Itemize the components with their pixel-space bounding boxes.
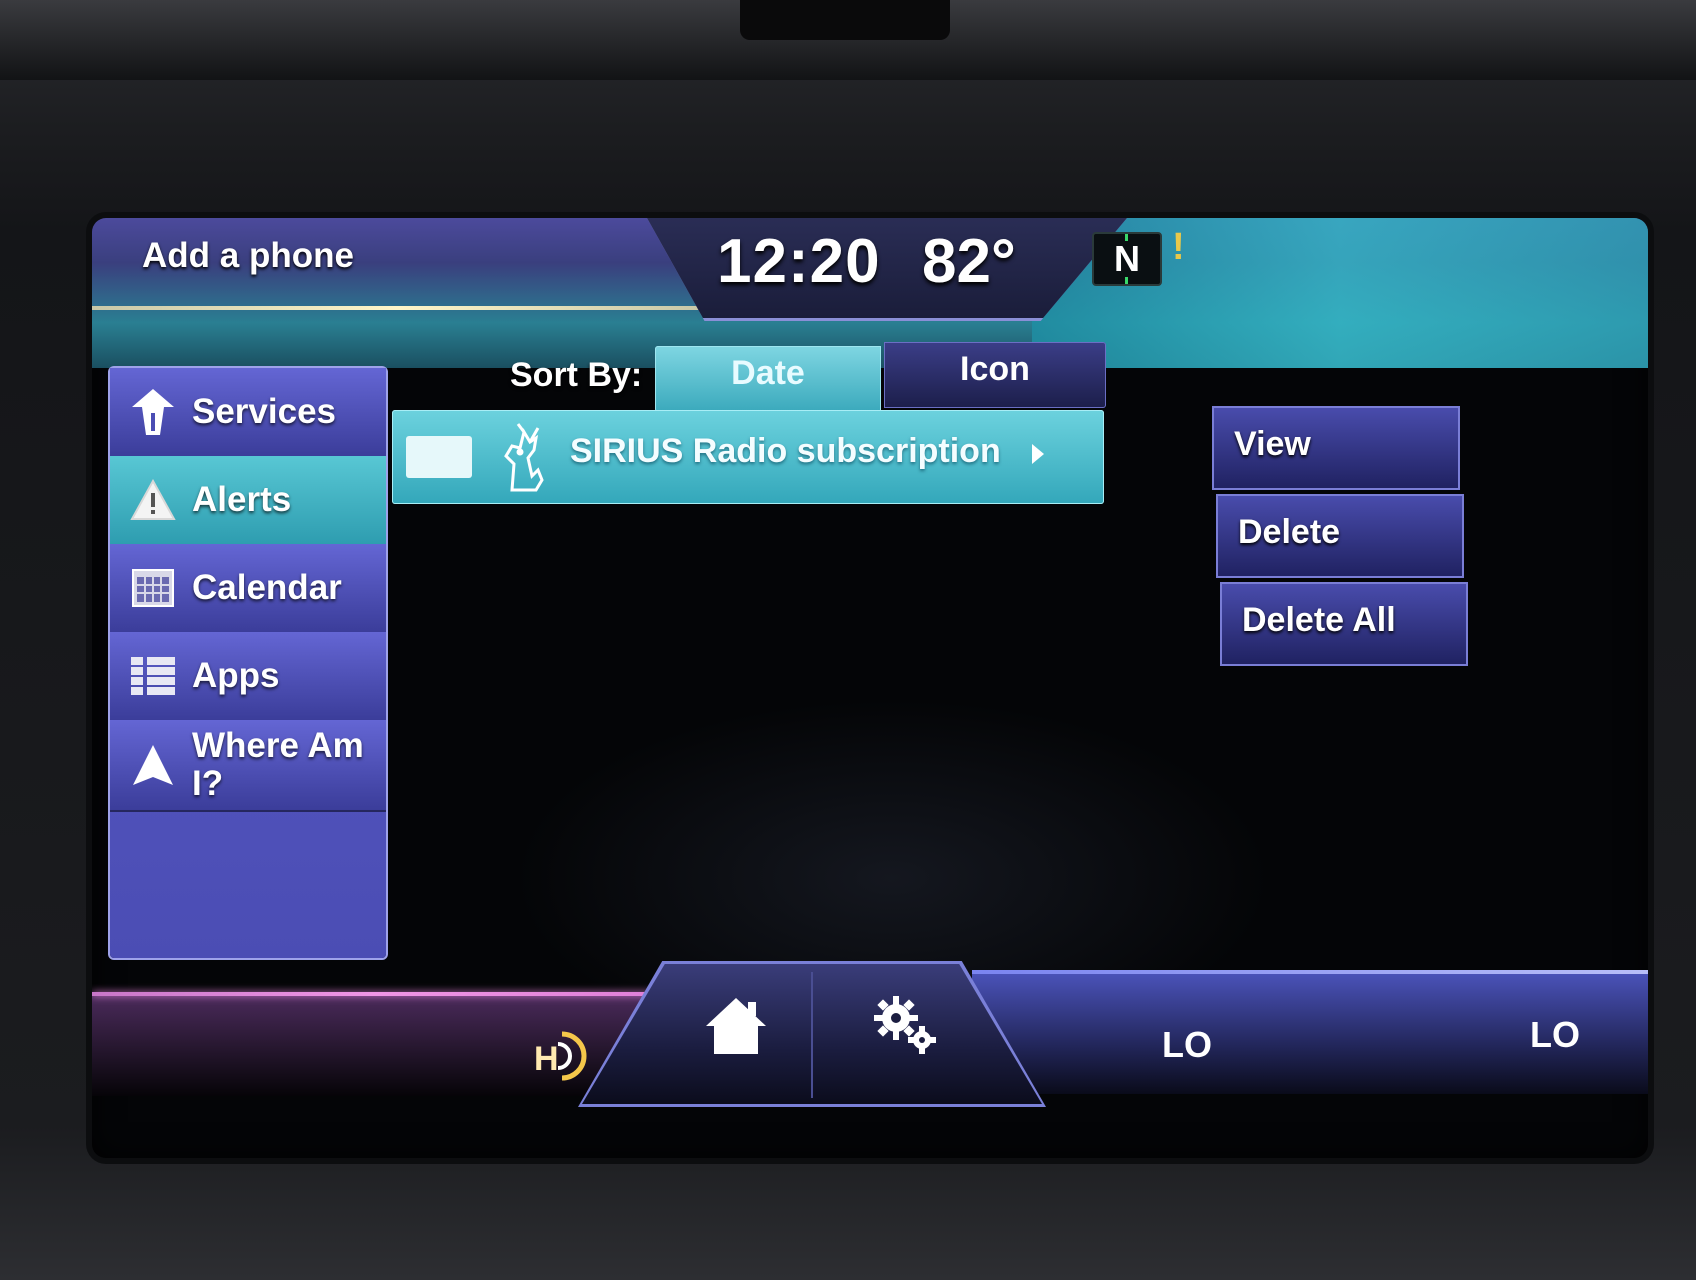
navigation-arrow-icon [124,736,182,794]
delete-button[interactable]: Delete [1216,494,1464,578]
sort-icon-button[interactable]: Icon [884,342,1106,408]
alert-list-item[interactable]: SIRIUS Radio subscription [392,410,1104,504]
feature-sidebar: Services Alerts Calendar Apps Where Am I… [110,368,386,958]
gear-icon[interactable] [872,994,942,1058]
add-phone-button[interactable]: Add a phone [142,236,354,276]
sidebar-item-apps[interactable]: Apps [110,632,386,722]
climate-right-temp[interactable]: LO [1530,1014,1580,1056]
sync-screen: Add a phone 12:20 82° N ! Services Alert… [92,218,1648,1158]
alert-checkbox[interactable] [406,436,472,478]
apps-list-icon [124,647,182,705]
outside-temperature: 82° [922,227,1016,296]
delete-all-button[interactable]: Delete All [1220,582,1468,666]
home-icon[interactable] [704,996,768,1056]
compass-icon: N [1092,232,1162,286]
warning-icon: ! [1172,226,1185,268]
vent-slot [740,0,950,40]
sirius-dog-icon [492,420,558,492]
bottom-bar: H LO LO [92,961,1648,1158]
view-button[interactable]: View [1212,406,1460,490]
sidebar-item-calendar[interactable]: Calendar [110,544,386,634]
hd-radio-icon: H [532,1030,592,1082]
warning-triangle-icon [124,471,182,529]
sidebar-item-where-am-i[interactable]: Where Am I? [110,720,386,812]
chevron-right-icon [1032,444,1044,464]
svg-text:H: H [534,1040,559,1078]
sort-by-label: Sort By: [510,356,643,394]
climate-left-temp[interactable]: LO [1162,1024,1212,1066]
sidebar-item-services[interactable]: Services [110,368,386,458]
alert-title: SIRIUS Radio subscription [570,432,1001,470]
road-icon [124,383,182,441]
sort-date-button[interactable]: Date [655,346,881,412]
calendar-icon [124,559,182,617]
clock: 12:20 [717,227,881,296]
sidebar-item-alerts[interactable]: Alerts [110,456,386,546]
